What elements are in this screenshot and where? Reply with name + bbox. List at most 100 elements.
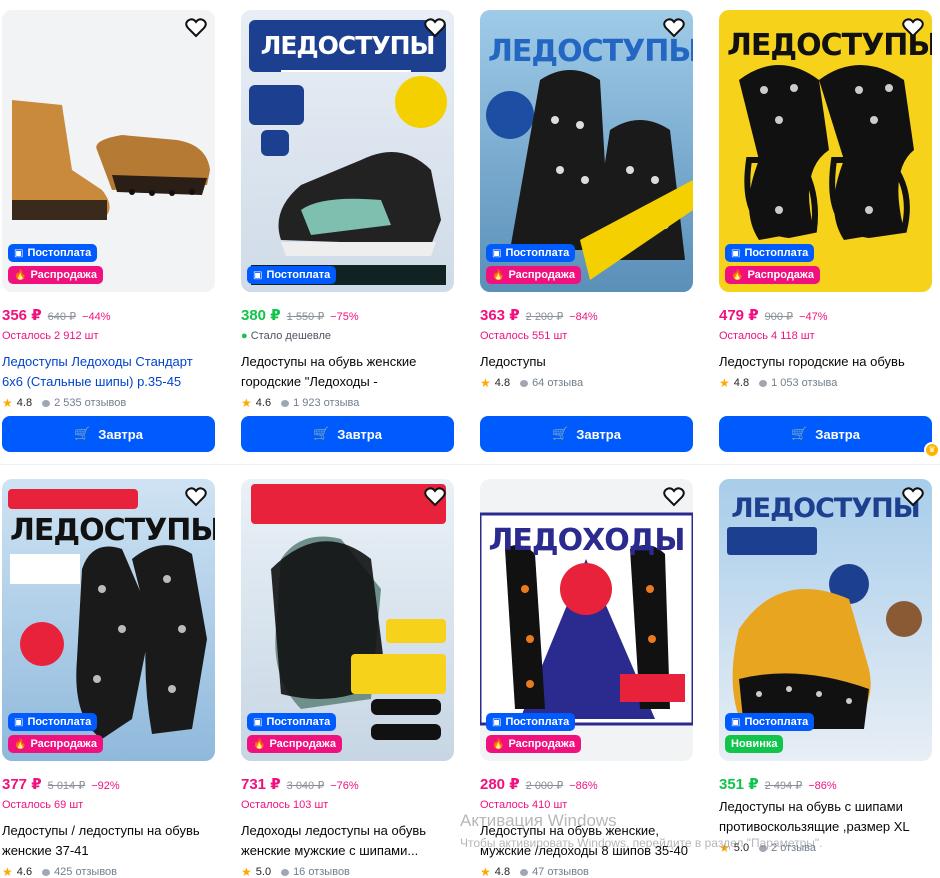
star-icon: ★ (241, 865, 252, 878)
price: 351 ₽ (719, 776, 759, 793)
price: 377 ₽ (2, 776, 42, 793)
rating: ★ 5.0 16 отзывов (241, 865, 350, 878)
row-divider (0, 464, 940, 465)
reviews-bubble-icon (759, 379, 768, 387)
reviews-bubble-icon (520, 379, 529, 387)
reviews-bubble-icon (759, 844, 768, 852)
stock-left: Осталось 103 шт (241, 799, 329, 811)
old-price: 2 494 ₽ (764, 780, 803, 792)
price-dropped-label: ● Стало дешевле (241, 330, 332, 342)
postpaid-badge: ▣ Постоплата (8, 713, 98, 731)
star-icon: ★ (241, 396, 252, 410)
product-image[interactable]: ▣ Постоплата 🔥 Распродажа (2, 10, 215, 292)
old-price: 640 ₽ (47, 311, 77, 323)
product-card[interactable]: ▣ Постоплата 🔥 Распродажа 731 ₽ 3 040 ₽ −7… (241, 479, 454, 878)
product-title[interactable]: Ледоступы на обувь с шипами противосколь… (719, 797, 932, 837)
product-image[interactable]: ЛЕДОХОДЫ ▣ Постоплата 🔥 Распродажа (480, 479, 693, 761)
product-image[interactable]: ▣ Постоплата 🔥 Распродажа (241, 479, 454, 761)
sale-badge: 🔥 Распродажа (8, 266, 103, 284)
stock-left: Осталось 410 шт (480, 799, 568, 811)
sale-badge: 🔥 Распродажа (486, 266, 581, 284)
delivery-tomorrow-button[interactable]: 🛒 Завтра (480, 416, 693, 452)
product-title[interactable]: Ледоступы на обувь женские, мужские /лед… (480, 821, 693, 861)
product-image[interactable]: ЛЕДОСТУПЫ ▣ Постоплата (241, 10, 454, 292)
favorite-heart-icon[interactable] (424, 487, 446, 507)
discount: −92% (91, 780, 120, 792)
product-title[interactable]: Ледоступы городские на обувь (719, 352, 932, 372)
favorite-heart-icon[interactable] (185, 18, 207, 38)
price: 731 ₽ (241, 776, 281, 793)
product-card[interactable]: ЛЕДОСТУПЫ ▣ Постоплата 🔥 Распродажа 377 ₽ … (2, 479, 215, 878)
delivery-tomorrow-button[interactable]: 🛒 Завтра (241, 416, 454, 452)
postpaid-badge: ▣ Постоплата (247, 266, 337, 284)
favorite-heart-icon[interactable] (902, 18, 924, 38)
discount: −86% (808, 780, 837, 792)
product-title[interactable]: Ледоступы Ледоходы Стандарт 6х6 (Стальны… (2, 352, 215, 392)
product-card[interactable]: ЛЕДОСТУПЫ ▣ Постоплата 380 ₽ 1 550 ₽ −75%… (241, 10, 454, 452)
old-price: 1 550 ₽ (286, 311, 325, 323)
star-icon: ★ (719, 376, 730, 390)
favorite-heart-icon[interactable] (902, 487, 924, 507)
delivery-tomorrow-button[interactable]: 🛒 Завтра ♛ (719, 416, 940, 458)
favorite-heart-icon[interactable] (663, 487, 685, 507)
rating: ★ 4.6 1 923 отзыва (241, 396, 360, 410)
product-image[interactable]: ЛЕДОСТУПЫ ▣ Постоплата 🔥 Распродажа (719, 10, 932, 292)
price: 280 ₽ (480, 776, 520, 793)
cart-icon: 🛒 (313, 426, 330, 441)
stock-left: Осталось 2 912 шт (2, 330, 99, 342)
favorite-heart-icon[interactable] (185, 487, 207, 507)
image-banner-text: ЛЕДОСТУПЫ (10, 513, 215, 548)
star-icon: ★ (480, 865, 491, 878)
coin-icon: ♛ (924, 442, 940, 458)
discount: −76% (330, 780, 359, 792)
product-card[interactable]: ЛЕДОСТУПЫ ▣ Постоплата 🔥 Распродажа 479 ₽ … (719, 10, 940, 458)
product-card[interactable]: ЛЕДОСТУПЫ ▣ Постоплата 🔥 Распродажа 363 ₽ … (480, 10, 693, 452)
reviews-bubble-icon (281, 868, 290, 876)
old-price: 3 040 ₽ (286, 780, 325, 792)
sale-badge: 🔥 Распродажа (486, 735, 581, 753)
product-image[interactable]: ЛЕДОСТУПЫ ▣ Постоплата Новинка (719, 479, 932, 761)
stock-left: Осталось 4 118 шт (719, 330, 815, 342)
star-icon: ★ (480, 376, 491, 390)
product-title[interactable]: Ледоступы на обувь женские городские "Ле… (241, 352, 454, 392)
sale-badge: 🔥 Распродажа (8, 735, 103, 753)
discount: −75% (330, 311, 359, 323)
product-card[interactable]: ЛЕДОСТУПЫ ▣ Постоплата Новинка 351 ₽ 2 49… (719, 479, 932, 856)
star-icon: ★ (2, 865, 13, 878)
product-image[interactable]: ЛЕДОСТУПЫ ▣ Постоплата 🔥 Распродажа (480, 10, 693, 292)
postpaid-badge: ▣ Постоплата (486, 713, 576, 731)
product-title[interactable]: Ледоходы ледоступы на обувь женские мужс… (241, 821, 454, 861)
favorite-heart-icon[interactable] (424, 18, 446, 38)
old-price: 2 000 ₽ (525, 780, 564, 792)
image-banner-text: ЛЕДОСТУПЫ (731, 493, 921, 524)
old-price: 5 014 ₽ (47, 780, 86, 792)
new-badge: Новинка (725, 735, 784, 753)
reviews-bubble-icon (281, 399, 290, 407)
rating: ★ 4.8 47 отзывов (480, 865, 589, 878)
price: 380 ₽ (241, 307, 281, 324)
postpaid-badge: ▣ Постоплата (725, 244, 815, 262)
product-title[interactable]: Ледоступы (480, 352, 693, 372)
discount: −84% (569, 311, 598, 323)
favorite-heart-icon[interactable] (663, 18, 685, 38)
old-price: 900 ₽ (764, 311, 794, 323)
cart-icon: 🛒 (74, 426, 91, 441)
product-card[interactable]: ▣ Постоплата 🔥 Распродажа 356 ₽ 640 ₽ −44%… (2, 10, 215, 452)
delivery-tomorrow-button[interactable]: 🛒 Завтра (2, 416, 215, 452)
image-banner-text: ЛЕДОХОДЫ (488, 523, 685, 558)
image-banner-text: ЛЕДОСТУПЫ (488, 34, 693, 69)
star-icon: ★ (2, 396, 13, 410)
product-card[interactable]: ЛЕДОХОДЫ ▣ Постоплата 🔥 Распродажа 280 ₽ 2… (480, 479, 693, 878)
rating: ★ 4.8 2 535 отзывов (2, 396, 127, 410)
sale-badge: 🔥 Распродажа (725, 266, 820, 284)
product-image[interactable]: ЛЕДОСТУПЫ ▣ Постоплата 🔥 Распродажа (2, 479, 215, 761)
discount: −47% (799, 311, 828, 323)
image-banner-text: ЛЕДОСТУПЫ (727, 28, 932, 63)
price: 479 ₽ (719, 307, 759, 324)
rating: ★ 4.8 64 отзыва (480, 376, 584, 390)
postpaid-badge: ▣ Постоплата (8, 244, 98, 262)
postpaid-badge: ▣ Постоплата (486, 244, 576, 262)
cart-icon: 🛒 (552, 426, 569, 441)
product-title[interactable]: Ледоступы / ледоступы на обувь женские 3… (2, 821, 215, 861)
postpaid-badge: ▣ Постоплата (247, 713, 337, 731)
